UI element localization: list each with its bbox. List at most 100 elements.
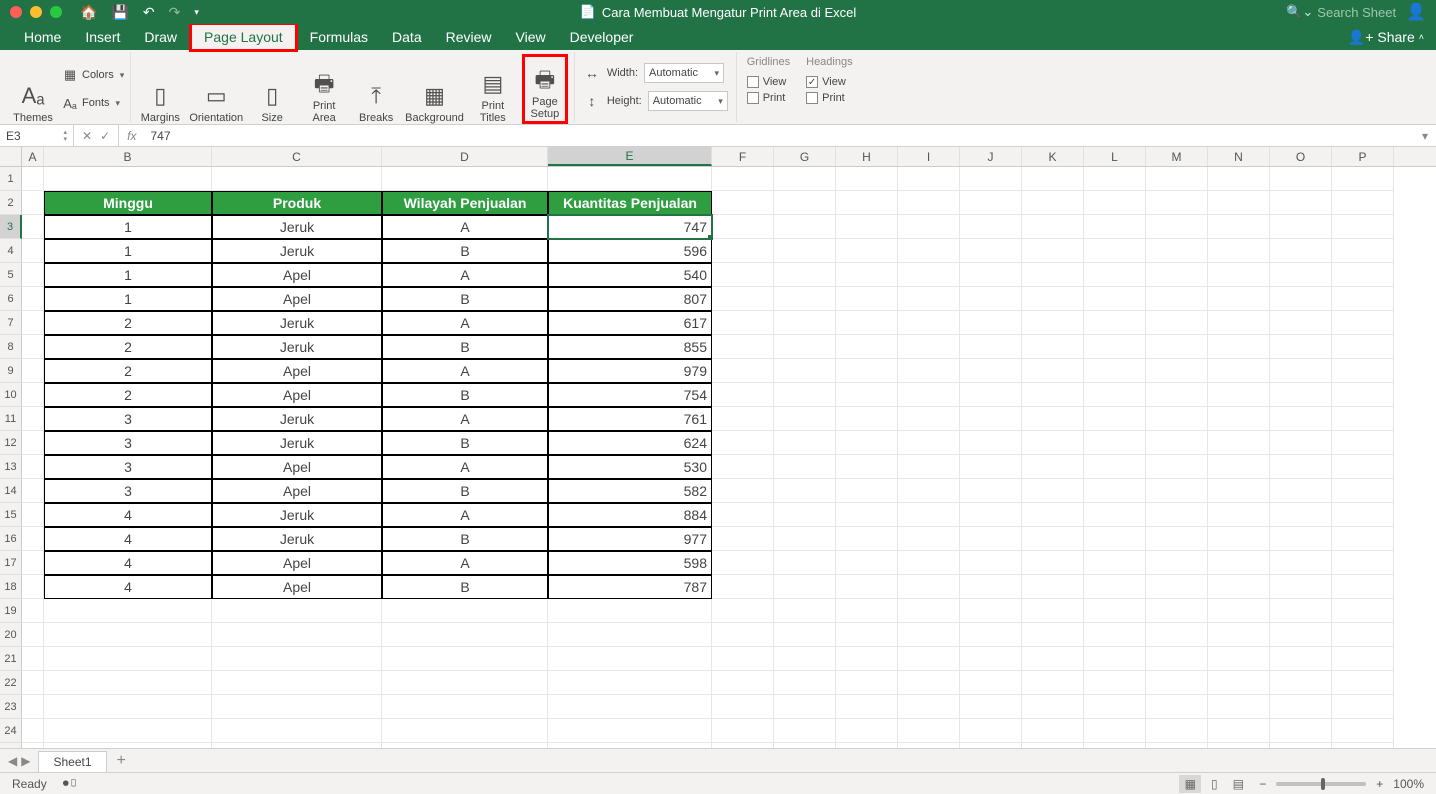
select-all-corner[interactable] (0, 147, 22, 166)
cell-O9[interactable] (1270, 359, 1332, 383)
cell-A1[interactable] (22, 167, 44, 191)
cell-D18[interactable]: B (382, 575, 548, 599)
cell-D21[interactable] (382, 647, 548, 671)
cell-J21[interactable] (960, 647, 1022, 671)
cell-P6[interactable] (1332, 287, 1394, 311)
cancel-formula-icon[interactable]: ✕ (82, 129, 92, 143)
cell-A25[interactable] (22, 743, 44, 748)
cell-P16[interactable] (1332, 527, 1394, 551)
cell-J20[interactable] (960, 623, 1022, 647)
cell-F21[interactable] (712, 647, 774, 671)
cell-G11[interactable] (774, 407, 836, 431)
cell-B2[interactable]: Minggu (44, 191, 212, 215)
cell-L13[interactable] (1084, 455, 1146, 479)
cell-G6[interactable] (774, 287, 836, 311)
theme-colors-button[interactable]: ▦Colors▾ (62, 64, 124, 86)
row-header-21[interactable]: 21 (0, 647, 22, 671)
cell-P1[interactable] (1332, 167, 1394, 191)
cell-A18[interactable] (22, 575, 44, 599)
cell-M14[interactable] (1146, 479, 1208, 503)
cell-L22[interactable] (1084, 671, 1146, 695)
cell-H16[interactable] (836, 527, 898, 551)
cell-A23[interactable] (22, 695, 44, 719)
themes-button[interactable]: Aₐ Themes (10, 54, 56, 124)
cell-N4[interactable] (1208, 239, 1270, 263)
cell-H11[interactable] (836, 407, 898, 431)
cell-L10[interactable] (1084, 383, 1146, 407)
cell-F11[interactable] (712, 407, 774, 431)
cell-M6[interactable] (1146, 287, 1208, 311)
cell-J15[interactable] (960, 503, 1022, 527)
cell-G5[interactable] (774, 263, 836, 287)
cell-B18[interactable]: 4 (44, 575, 212, 599)
cell-L21[interactable] (1084, 647, 1146, 671)
row-header-6[interactable]: 6 (0, 287, 22, 311)
cell-B3[interactable]: 1 (44, 215, 212, 239)
cell-G23[interactable] (774, 695, 836, 719)
cell-I15[interactable] (898, 503, 960, 527)
cell-K9[interactable] (1022, 359, 1084, 383)
cell-H19[interactable] (836, 599, 898, 623)
cell-I3[interactable] (898, 215, 960, 239)
cell-E18[interactable]: 787 (548, 575, 712, 599)
cell-J1[interactable] (960, 167, 1022, 191)
background-button[interactable]: ▦Background (405, 54, 464, 124)
cell-C5[interactable]: Apel (212, 263, 382, 287)
row-header-8[interactable]: 8 (0, 335, 22, 359)
cell-J16[interactable] (960, 527, 1022, 551)
cell-G20[interactable] (774, 623, 836, 647)
cell-M7[interactable] (1146, 311, 1208, 335)
cell-P8[interactable] (1332, 335, 1394, 359)
cell-L6[interactable] (1084, 287, 1146, 311)
cell-K18[interactable] (1022, 575, 1084, 599)
col-header-E[interactable]: E (548, 147, 712, 166)
cell-K17[interactable] (1022, 551, 1084, 575)
cell-N6[interactable] (1208, 287, 1270, 311)
cell-D3[interactable]: A (382, 215, 548, 239)
cell-H10[interactable] (836, 383, 898, 407)
cell-J17[interactable] (960, 551, 1022, 575)
cell-M17[interactable] (1146, 551, 1208, 575)
cell-I19[interactable] (898, 599, 960, 623)
row-header-10[interactable]: 10 (0, 383, 22, 407)
cell-D2[interactable]: Wilayah Penjualan (382, 191, 548, 215)
row-header-7[interactable]: 7 (0, 311, 22, 335)
tab-formulas[interactable]: Formulas (298, 25, 380, 49)
cell-C6[interactable]: Apel (212, 287, 382, 311)
cell-N13[interactable] (1208, 455, 1270, 479)
cell-M5[interactable] (1146, 263, 1208, 287)
cell-N7[interactable] (1208, 311, 1270, 335)
cell-F13[interactable] (712, 455, 774, 479)
cell-F10[interactable] (712, 383, 774, 407)
cell-D16[interactable]: B (382, 527, 548, 551)
col-header-B[interactable]: B (44, 147, 212, 166)
cell-D14[interactable]: B (382, 479, 548, 503)
confirm-formula-icon[interactable]: ✓ (100, 129, 110, 143)
cell-F8[interactable] (712, 335, 774, 359)
cell-J8[interactable] (960, 335, 1022, 359)
cell-J6[interactable] (960, 287, 1022, 311)
page-break-view-button[interactable]: ▤ (1227, 775, 1249, 793)
cell-F20[interactable] (712, 623, 774, 647)
cell-L14[interactable] (1084, 479, 1146, 503)
cell-D9[interactable]: A (382, 359, 548, 383)
cell-O16[interactable] (1270, 527, 1332, 551)
zoom-in-button[interactable]: + (1376, 777, 1383, 791)
undo-icon[interactable]: ↶ (143, 4, 155, 21)
cell-C10[interactable]: Apel (212, 383, 382, 407)
cell-K5[interactable] (1022, 263, 1084, 287)
cell-E24[interactable] (548, 719, 712, 743)
col-header-P[interactable]: P (1332, 147, 1394, 166)
cell-E9[interactable]: 979 (548, 359, 712, 383)
cell-G13[interactable] (774, 455, 836, 479)
cell-C23[interactable] (212, 695, 382, 719)
cell-L19[interactable] (1084, 599, 1146, 623)
cell-H18[interactable] (836, 575, 898, 599)
cell-B16[interactable]: 4 (44, 527, 212, 551)
cell-E4[interactable]: 596 (548, 239, 712, 263)
tab-view[interactable]: View (504, 25, 558, 49)
cell-K3[interactable] (1022, 215, 1084, 239)
cell-G4[interactable] (774, 239, 836, 263)
cell-F23[interactable] (712, 695, 774, 719)
cell-E1[interactable] (548, 167, 712, 191)
